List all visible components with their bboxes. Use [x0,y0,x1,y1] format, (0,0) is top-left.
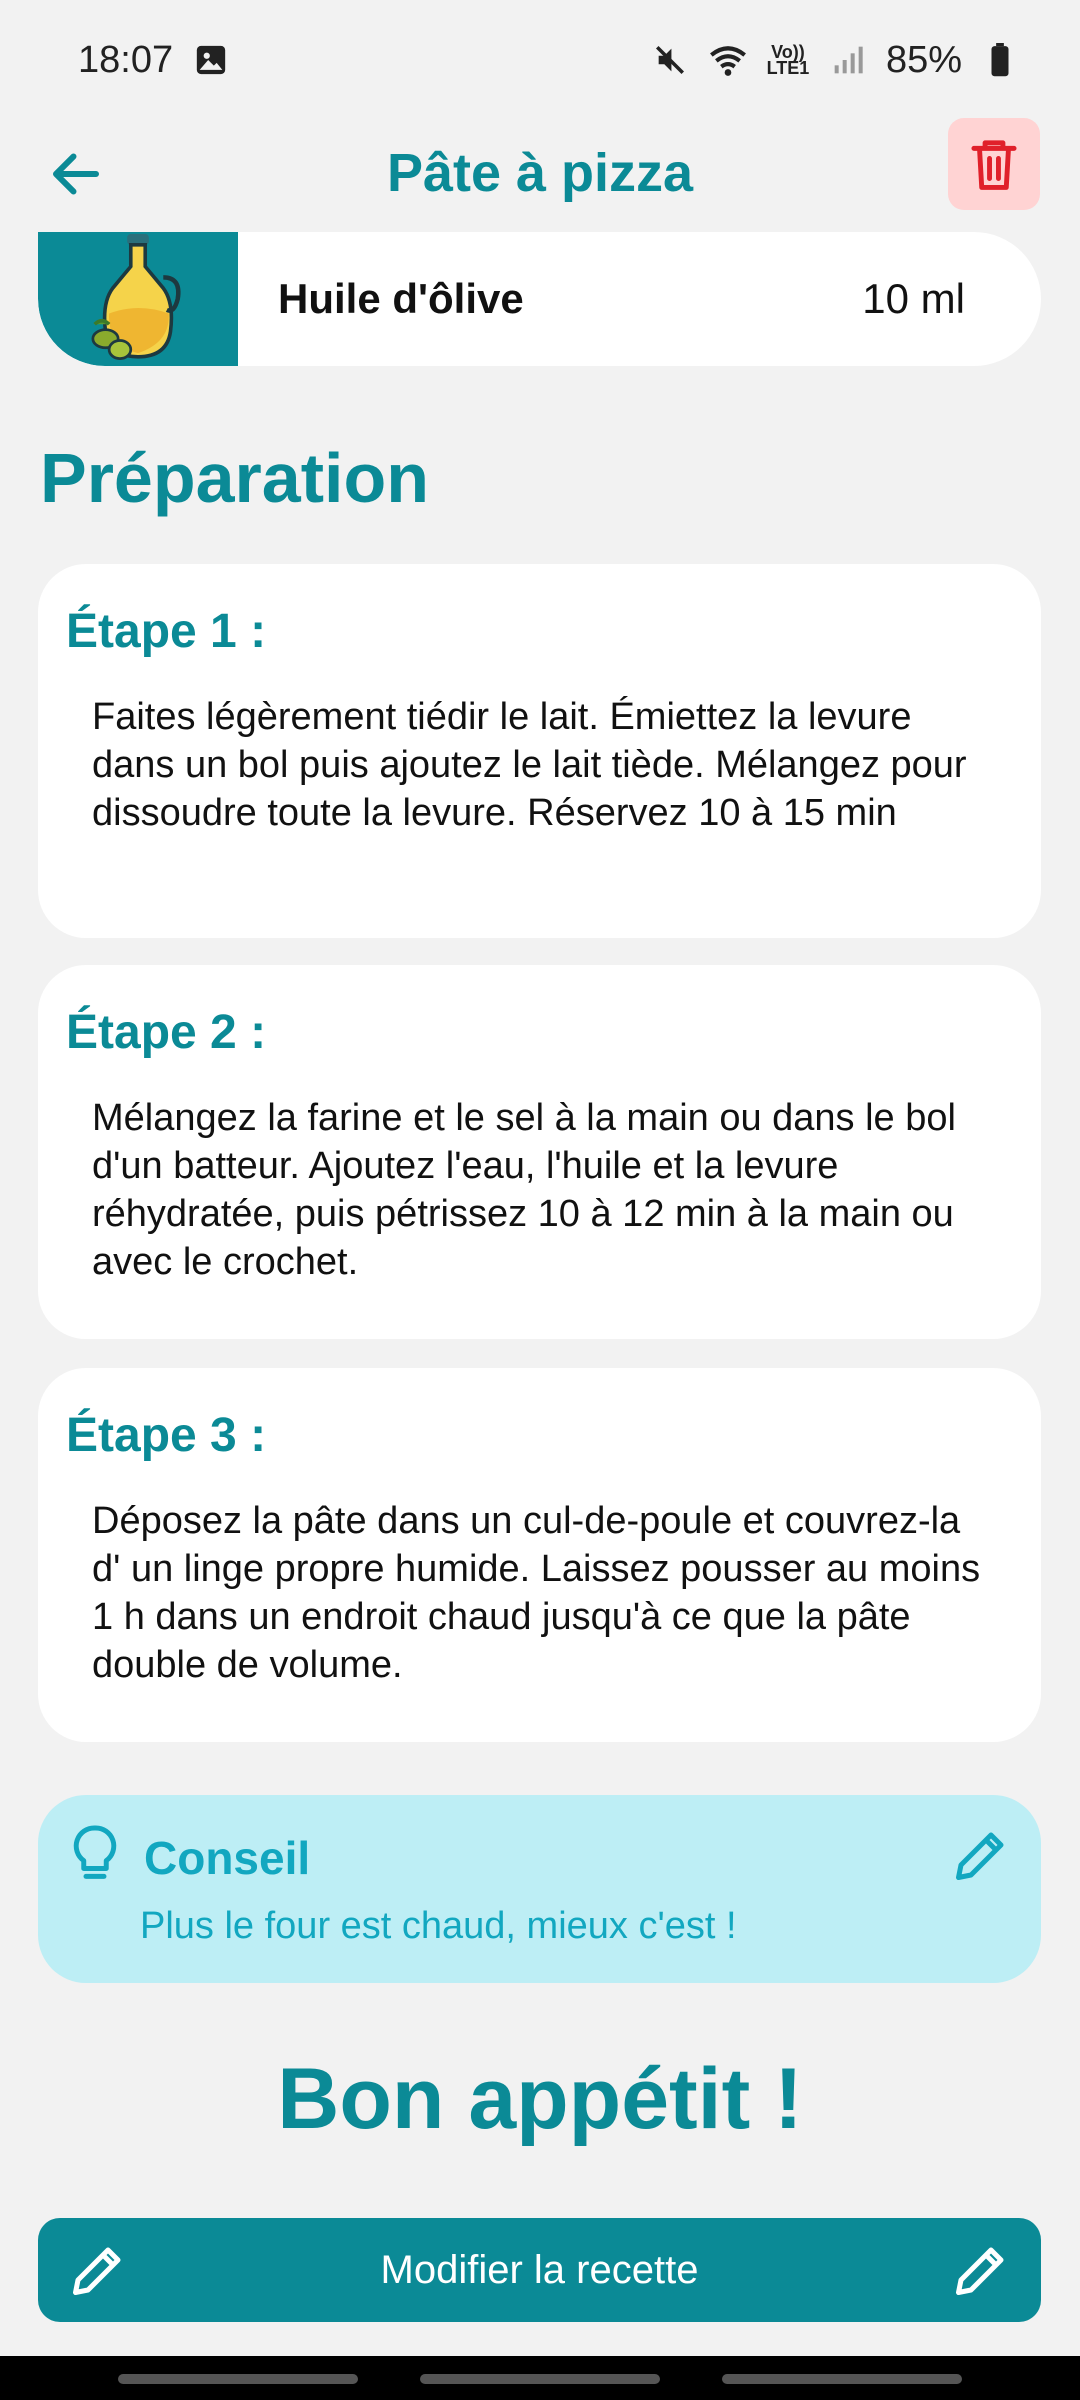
step-label: Étape 2 : [66,1006,267,1059]
status-time: 18:07 [78,38,174,81]
nav-back-pill[interactable] [722,2374,962,2384]
step-label: Étape 1 : [66,605,267,658]
nav-home-pill[interactable] [420,2374,660,2384]
edit-recipe-label: Modifier la recette [380,2247,699,2292]
nav-recents-pill[interactable] [118,2374,358,2384]
system-navigation-bar [0,2356,1080,2400]
wifi-icon [708,40,748,80]
step-card-2[interactable]: Étape 2 : Mélangez la farine et le sel à… [38,965,1041,1339]
image-icon [191,40,231,80]
mute-icon [650,40,690,80]
step-text: Déposez la pâte dans un cul-de-poule et … [92,1500,981,1686]
closing-message: Bon appétit ! [277,2051,803,2147]
page-title: Pâte à pizza [386,143,694,203]
delete-recipe-button[interactable] [948,118,1040,210]
preparation-title: Préparation [40,439,429,517]
app-bar: Pâte à pizza [0,118,1080,228]
ingredient-card[interactable]: Huile d'ôlive 10 ml [38,232,1041,366]
pencil-icon [956,2247,1004,2295]
ingredient-quantity: 10 ml [862,275,965,322]
battery-percent: 85% [885,38,962,81]
lightbulb-icon [73,1825,117,1879]
edit-recipe-button[interactable]: Modifier la recette [38,2218,1041,2322]
olive-oil-bottle-icon [91,234,181,360]
arrow-left-icon [53,153,99,195]
back-button[interactable] [38,136,114,212]
pencil-icon [73,2247,121,2295]
pencil-icon[interactable] [951,1825,1011,1885]
battery-icon [980,40,1020,80]
tip-title: Conseil [144,1832,311,1884]
step-card-3[interactable]: Étape 3 : Déposez la pâte dans un cul-de… [38,1368,1041,1742]
tip-text: Plus le four est chaud, mieux c'est ! [140,1905,737,1947]
signal-icon [828,40,868,80]
ingredient-name: Huile d'ôlive [278,275,524,322]
trash-icon [971,140,1017,190]
network-label: Vo)) LTE1 [766,42,810,78]
step-text: Faites légèrement tiédir le lait. Émiett… [92,696,967,834]
step-text: Mélangez la farine et le sel à la main o… [92,1097,956,1283]
step-label: Étape 3 : [66,1409,267,1462]
ingredient-image [38,232,238,366]
step-card-1[interactable]: Étape 1 : Faites légèrement tiédir le la… [38,564,1041,938]
status-bar: 18:07 Vo)) LTE1 85% [0,0,1080,120]
tip-card: Conseil Plus le four est chaud, mieux c'… [38,1795,1041,1983]
